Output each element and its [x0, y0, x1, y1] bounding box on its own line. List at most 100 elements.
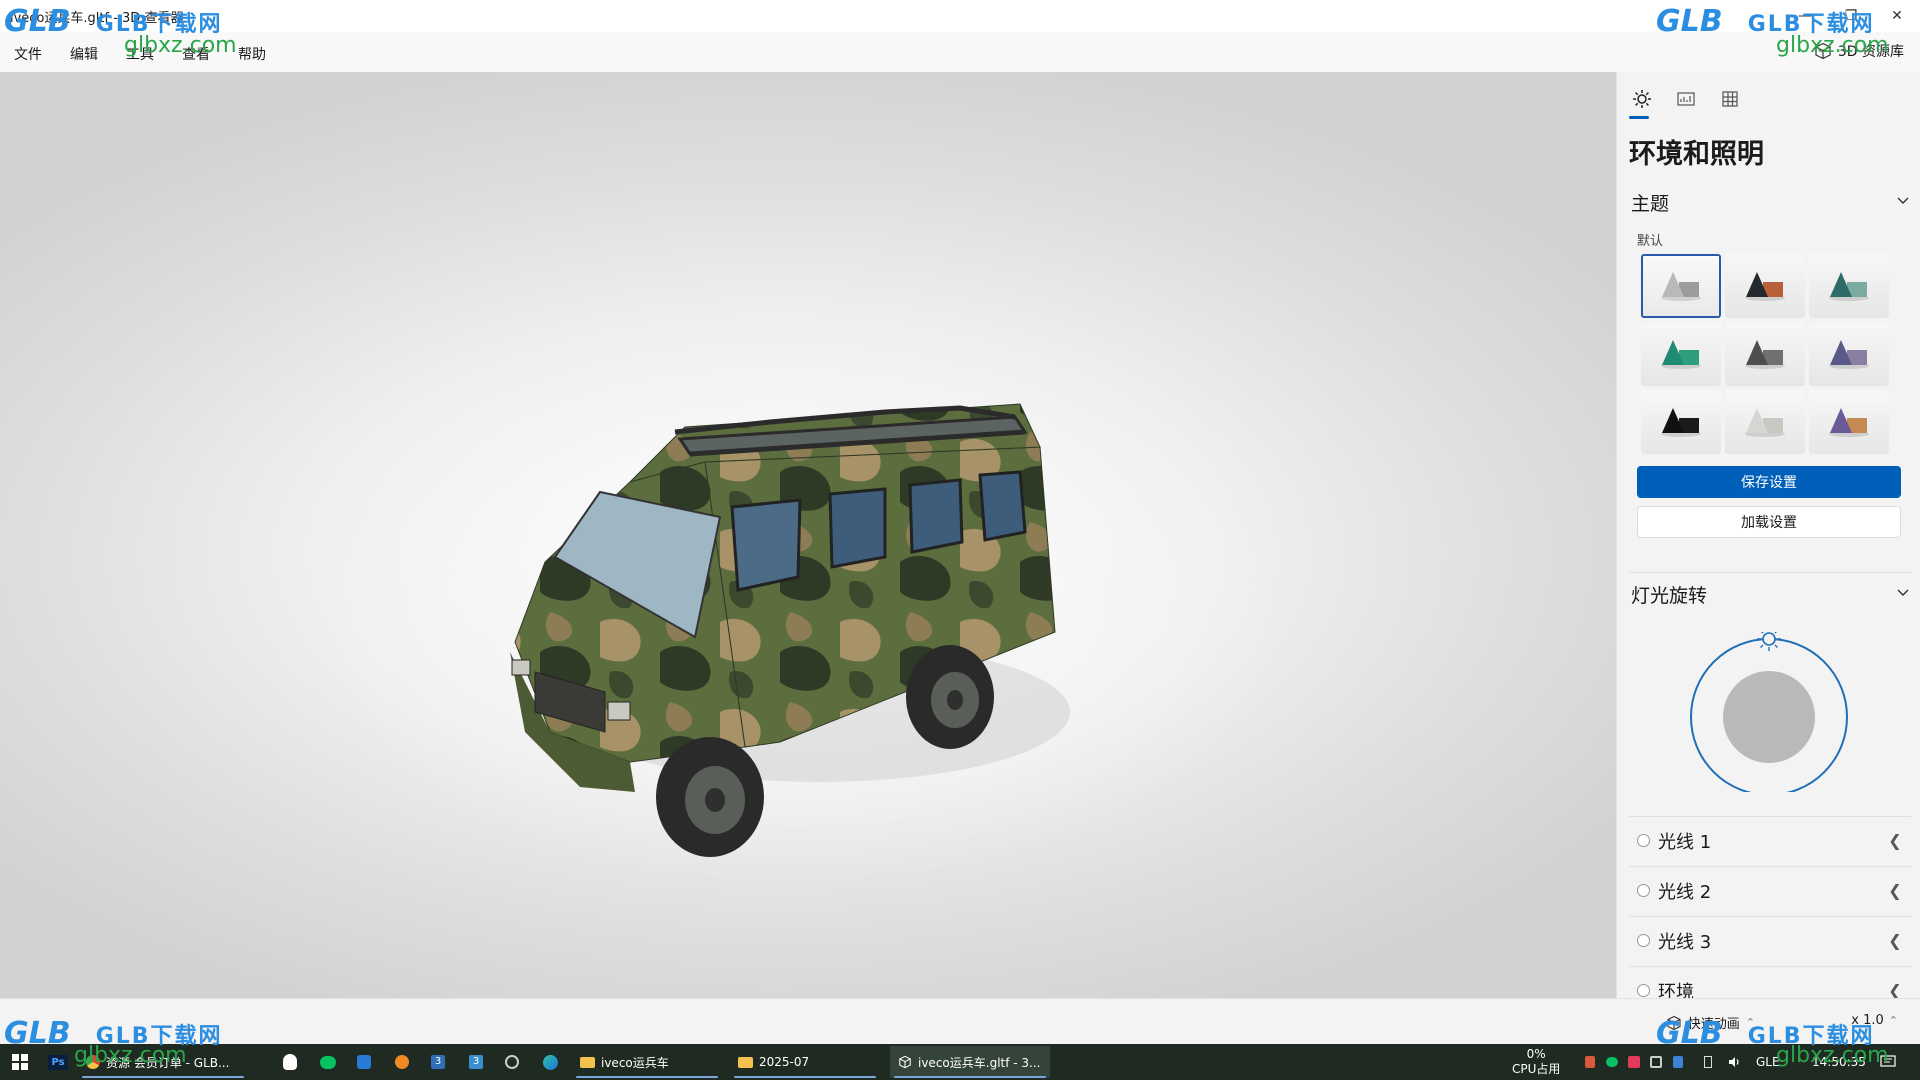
panel-title: 环境和照明 — [1629, 139, 1764, 170]
stats-icon — [1677, 92, 1695, 106]
theme-tile-1[interactable] — [1641, 254, 1721, 318]
theme-preview-icon — [1745, 408, 1785, 437]
photoshop-icon[interactable]: Ps — [46, 1050, 70, 1074]
qq-icon[interactable] — [278, 1050, 302, 1074]
menu-edit[interactable]: 编辑 — [70, 44, 98, 64]
light-rotation-dial[interactable] — [1689, 632, 1849, 792]
app-shield-icon[interactable] — [352, 1050, 376, 1074]
theme-preview-icon — [1745, 340, 1785, 369]
chevron-left-icon: ❮ — [1888, 981, 1902, 998]
tray-network-icon[interactable] — [1644, 1050, 1668, 1074]
maximize-button[interactable]: ❐ — [1828, 0, 1874, 32]
menu-tools[interactable]: 工具 — [126, 44, 154, 64]
light-3-label: 光线 3 — [1658, 931, 1712, 953]
quick-animation-control[interactable]: 快速动画 ⌃ — [1666, 1013, 1755, 1032]
taskbar-app-3d-viewer[interactable]: iveco运兵车.gltf - 3... — [890, 1046, 1050, 1078]
speaker-icon[interactable] — [1722, 1050, 1746, 1074]
app-camera-icon[interactable] — [500, 1050, 524, 1074]
taskbar-app-3d-viewer-label: iveco运兵车.gltf - 3... — [918, 1055, 1041, 1070]
light-row-environment[interactable]: 环境 ❮ — [1629, 966, 1911, 998]
3d-viewport[interactable] — [0, 72, 1616, 998]
chevron-down-icon — [1895, 191, 1911, 213]
tray-wechat-icon[interactable] — [1600, 1050, 1624, 1074]
tab-stats[interactable] — [1671, 84, 1701, 114]
theme-section-header[interactable]: 主题 — [1631, 186, 1911, 218]
title-bar: iveco运兵车.gltf - 3D 查看器 — ❐ ✕ — [0, 0, 1920, 32]
menu-bar: 文件 编辑 工具 查看 帮助 3D 资源库 — [0, 32, 1920, 72]
windows-taskbar: Ps 资源 会员订单 - GLB... 3 3 iveco运兵车 2025-07… — [0, 1044, 1920, 1080]
section-divider — [1629, 572, 1911, 573]
theme-tile-2[interactable] — [1725, 254, 1805, 318]
tab-environment-lighting[interactable] — [1627, 84, 1657, 114]
taskbar-app-folder-2025[interactable]: 2025-07 — [730, 1046, 880, 1078]
load-settings-button[interactable]: 加载设置 — [1637, 506, 1901, 538]
system-clock[interactable]: 14:50:35 — [1812, 1044, 1866, 1080]
taskbar-app-indicator — [576, 1076, 718, 1078]
environment-radio[interactable] — [1637, 984, 1650, 997]
taskbar-app-folder-iveco-label: iveco运兵车 — [601, 1055, 669, 1070]
light-3-radio[interactable] — [1637, 934, 1650, 947]
theme-tile-4[interactable] — [1641, 322, 1721, 386]
taskbar-app-folder-iveco[interactable]: iveco运兵车 — [572, 1046, 722, 1078]
theme-preview-icon — [1745, 272, 1785, 301]
windows-start-icon[interactable] — [8, 1050, 32, 1074]
theme-tile-9[interactable] — [1809, 390, 1889, 454]
edge-icon[interactable] — [538, 1050, 562, 1074]
theme-tile-7[interactable] — [1641, 390, 1721, 454]
light-2-label: 光线 2 — [1658, 881, 1712, 903]
light-row-1[interactable]: 光线 1 ❮ — [1629, 816, 1911, 864]
theme-preview-icon — [1829, 272, 1869, 301]
tab-grid[interactable] — [1715, 84, 1745, 114]
light-1-label: 光线 1 — [1658, 831, 1712, 853]
light-handle-sun-icon[interactable] — [1757, 632, 1781, 651]
menu-help[interactable]: 帮助 — [238, 44, 266, 64]
menu-file[interactable]: 文件 — [14, 44, 42, 64]
chrome-icon — [86, 1055, 100, 1069]
cpu-label: CPU占用 — [1512, 1062, 1561, 1076]
tray-bluetooth-icon[interactable] — [1666, 1050, 1690, 1074]
tray-icon-1[interactable] — [1578, 1050, 1602, 1074]
3d-library-button[interactable]: 3D 资源库 — [1814, 41, 1904, 61]
light-rotation-header[interactable]: 灯光旋转 — [1631, 578, 1911, 610]
theme-tile-8[interactable] — [1725, 390, 1805, 454]
tray-icon-3[interactable] — [1622, 1050, 1646, 1074]
theme-preview-icon — [1829, 408, 1869, 437]
quick-animation-label: 快速动画 — [1687, 1017, 1740, 1032]
save-settings-button[interactable]: 保存设置 — [1637, 466, 1901, 498]
van-model[interactable] — [480, 342, 1120, 902]
cpu-usage-widget[interactable]: 0% CPU占用 — [1512, 1044, 1560, 1080]
environment-label: 环境 — [1658, 981, 1694, 999]
chevron-left-icon: ❮ — [1888, 931, 1902, 950]
theme-tile-3[interactable] — [1809, 254, 1889, 318]
3d-viewer-icon — [899, 1055, 911, 1069]
theme-tile-6[interactable] — [1809, 322, 1889, 386]
chevron-left-icon: ❮ — [1888, 831, 1902, 850]
sun-icon — [1633, 90, 1651, 108]
light-2-radio[interactable] — [1637, 884, 1650, 897]
minimize-button[interactable]: — — [1782, 0, 1828, 32]
taskbar-app-folder-2025-label: 2025-07 — [759, 1055, 810, 1069]
theme-preview-icon — [1829, 340, 1869, 369]
menu-view[interactable]: 查看 — [182, 44, 210, 64]
theme-preview-icon — [1661, 340, 1701, 369]
notification-icon[interactable] — [1876, 1050, 1900, 1074]
ime-indicator[interactable]: GLE — [1756, 1044, 1780, 1080]
light-1-radio[interactable] — [1637, 834, 1650, 847]
theme-tile-5[interactable] — [1725, 322, 1805, 386]
folder-icon — [580, 1056, 595, 1068]
light-row-3[interactable]: 光线 3 ❮ — [1629, 916, 1911, 964]
close-button[interactable]: ✕ — [1874, 0, 1920, 32]
wechat-icon[interactable] — [316, 1050, 340, 1074]
theme-preview-icon — [1661, 408, 1701, 437]
taskbar-app-indicator — [894, 1076, 1046, 1078]
tray-battery-icon[interactable] — [1696, 1050, 1720, 1074]
blender-icon[interactable] — [390, 1050, 414, 1074]
app-3-icon[interactable]: 3 — [426, 1050, 450, 1074]
taskbar-app-chrome[interactable]: 资源 会员订单 - GLB... — [78, 1046, 248, 1078]
theme-preview-icon — [1661, 272, 1701, 301]
grid-icon — [1722, 91, 1738, 107]
light-row-2[interactable]: 光线 2 ❮ — [1629, 866, 1911, 914]
app-3b-icon[interactable]: 3 — [464, 1050, 488, 1074]
3d-library-label: 3D 资源库 — [1837, 44, 1904, 60]
speed-control[interactable]: x 1.0 ⌃ — [1851, 1013, 1898, 1028]
